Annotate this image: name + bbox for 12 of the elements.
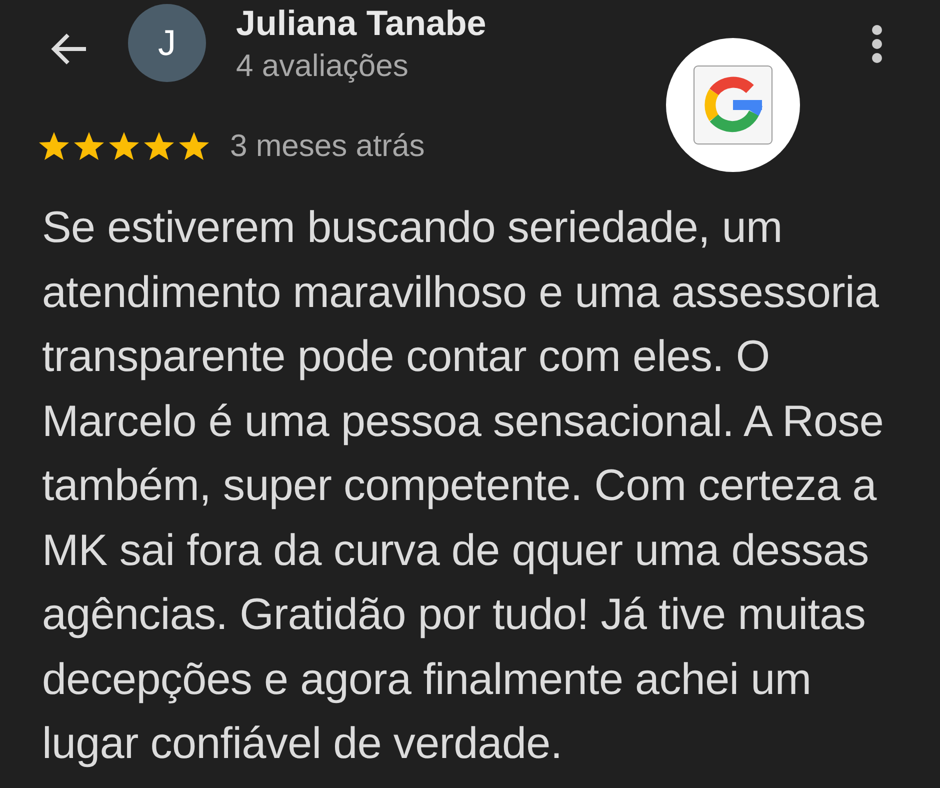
review-time: 3 meses atrás <box>230 128 425 164</box>
more-menu-icon[interactable] <box>870 24 884 64</box>
reviewer-name: Juliana Tanabe <box>236 4 486 44</box>
star-icon <box>38 130 70 162</box>
star-icon <box>108 130 140 162</box>
review-count: 4 avaliações <box>236 48 410 84</box>
star-icon <box>178 130 210 162</box>
google-logo-icon <box>666 38 800 172</box>
star-icon <box>143 130 175 162</box>
review-text: Se estiverem buscando seriedade, um atendimento maravilhoso e uma assessoria transparente pode contar com eles. O Marcelo é uma pessoa sensacional. A Rose também, super competente. Com certeza a MK sai fora da curva de qquer uma dessas agências. Gratidão por tudo! Já tive muitas decepções e agora finalmente achei um lugar confiável de verdade. <box>42 202 885 770</box>
avatar: J <box>128 4 206 82</box>
star-icon <box>73 130 105 162</box>
